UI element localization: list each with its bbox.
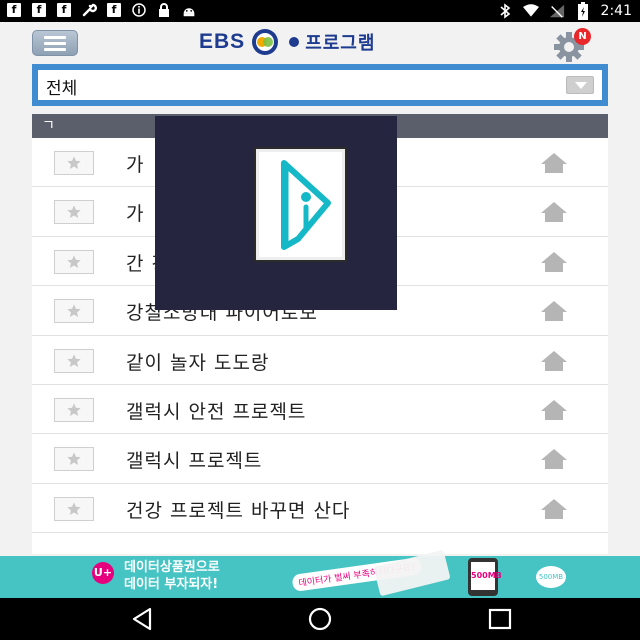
loading-overlay	[155, 116, 397, 310]
favorite-star-icon[interactable]	[54, 348, 94, 373]
uplus-logo: U+	[92, 562, 114, 584]
loading-card	[254, 147, 347, 262]
settings-button[interactable]: N	[552, 28, 592, 62]
home-icon[interactable]	[540, 448, 568, 470]
back-icon[interactable]	[128, 606, 156, 632]
android-icon	[181, 2, 197, 18]
list-item[interactable]: 같이 놀자 도도랑	[32, 335, 608, 385]
recents-icon[interactable]	[486, 606, 514, 632]
battery-icon	[575, 2, 591, 20]
ad-line-1: 데이터상품권으로	[124, 560, 220, 575]
chevron-down-icon[interactable]	[566, 76, 594, 94]
gift-ticket-icon	[373, 549, 451, 597]
program-title: 가	[126, 154, 145, 176]
loading-logo-icon	[281, 160, 331, 250]
facebook-icon: f	[6, 2, 22, 18]
program-title: 가	[126, 203, 145, 226]
list-item[interactable]: 건강 프로젝트 바꾸면 산다	[32, 483, 608, 534]
home-nav-icon[interactable]	[306, 606, 334, 632]
ad-headline: 데이터상품권으로 데이터 부자되자!	[124, 559, 220, 593]
wifi-icon	[522, 3, 539, 19]
wrench-icon	[81, 2, 97, 18]
favorite-star-icon[interactable]	[54, 447, 94, 472]
home-icon[interactable]	[540, 300, 568, 322]
logo-dot-icon	[289, 37, 300, 47]
phone-icon: 500MB	[468, 558, 502, 596]
program-title: 건강 프로젝트 바꾸면 산다	[126, 499, 351, 522]
category-select[interactable]: 전체	[38, 70, 602, 100]
lock-icon	[156, 2, 172, 18]
home-icon[interactable]	[540, 251, 568, 273]
home-icon[interactable]	[540, 152, 568, 174]
program-title: 갤럭시 프로젝트	[126, 450, 263, 473]
facebook-icon: f	[56, 2, 72, 18]
notification-badge: N	[574, 28, 591, 45]
coin-icon: 500MB	[536, 566, 566, 588]
list-item[interactable]: 갤럭시 안전 프로젝트	[32, 384, 608, 435]
facebook-icon: f	[31, 2, 47, 18]
favorite-star-icon[interactable]	[54, 200, 94, 225]
list-item[interactable]: 갤럭시 프로젝트	[32, 434, 608, 484]
logo-ebs-text: EBS	[199, 30, 246, 53]
ebs-logo-icon	[252, 29, 279, 55]
category-filter: 전체	[32, 64, 608, 106]
program-title: 같이 놀자 도도랑	[126, 351, 270, 374]
favorite-star-icon[interactable]	[54, 496, 94, 521]
favorite-star-icon[interactable]	[54, 397, 94, 422]
no-signal-icon	[549, 3, 565, 19]
home-icon[interactable]	[540, 399, 568, 421]
app-screen: f f f f 2:41 EBS 프로그램 N 전체 ㄱ 가 가 간 강철소방대…	[0, 0, 640, 640]
ad-banner[interactable]: U+ 데이터상품권으로 데이터 부자되자! 데이터가 벌써 부족하시다구요? 5…	[0, 549, 640, 598]
logo-title: 프로그램	[305, 33, 376, 54]
favorite-star-icon[interactable]	[54, 151, 94, 175]
category-select-value: 전체	[46, 79, 78, 99]
favorite-star-icon[interactable]	[54, 299, 94, 324]
home-icon[interactable]	[540, 350, 568, 372]
status-bar: f f f f 2:41	[0, 0, 640, 22]
home-icon[interactable]	[540, 201, 568, 223]
hamburger-menu-icon[interactable]	[32, 30, 78, 56]
ad-line-2: 데이터 부자되자!	[124, 577, 219, 592]
facebook-icon: f	[106, 2, 122, 18]
clock: 2:41	[600, 3, 632, 19]
system-nav-bar	[0, 598, 640, 640]
app-logo: EBS 프로그램	[199, 28, 375, 56]
app-header: EBS 프로그램 N	[0, 22, 640, 62]
favorite-star-icon[interactable]	[54, 249, 94, 274]
bluetooth-icon	[497, 3, 513, 19]
home-icon[interactable]	[540, 498, 568, 520]
program-title: 갤럭시 안전 프로젝트	[126, 400, 307, 423]
info-icon	[131, 2, 147, 18]
